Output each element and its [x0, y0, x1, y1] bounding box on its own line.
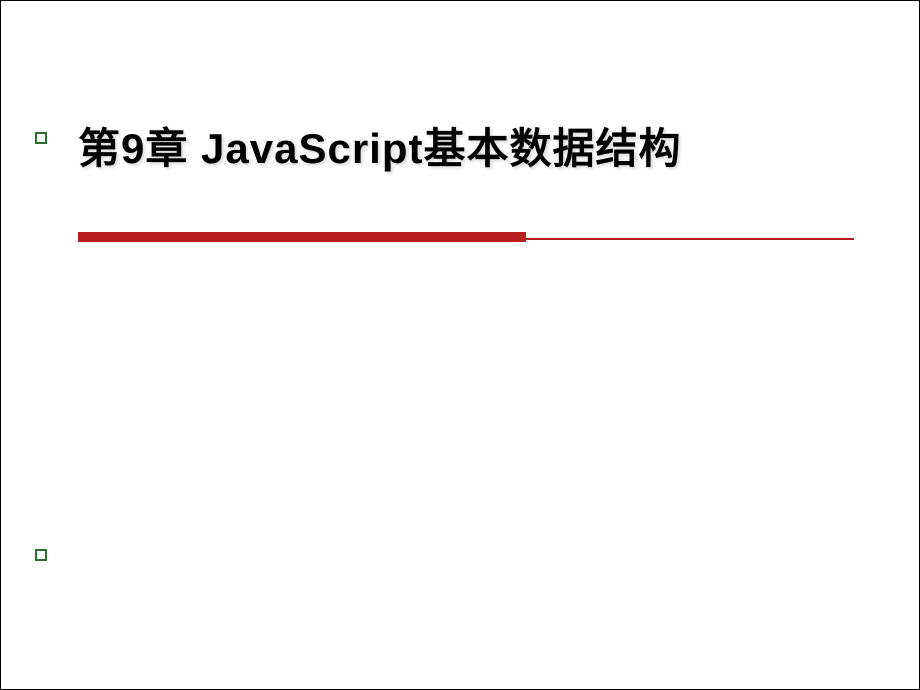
bullet-squares	[35, 132, 47, 561]
underline-thin	[526, 238, 854, 240]
square-icon	[35, 549, 47, 561]
title-underline	[78, 232, 853, 244]
underline-thick	[78, 232, 526, 242]
title-container: 第9章 JavaScript基本数据结构	[78, 115, 682, 176]
slide-border	[0, 0, 920, 690]
slide-title: 第9章 JavaScript基本数据结构	[78, 115, 682, 176]
square-icon	[35, 132, 47, 144]
